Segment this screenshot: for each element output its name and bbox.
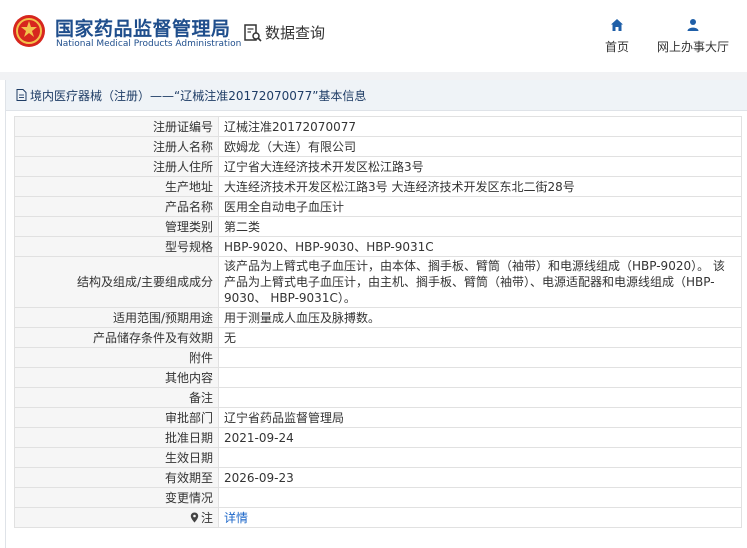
header-divider [0,72,747,80]
row-value [218,367,742,388]
table-row: 批准日期 2021-09-24 [14,427,742,448]
home-icon [611,19,623,31]
row-label: 产品名称 [14,196,219,217]
row-label: 适用范围/预期用途 [14,307,219,328]
data-query-label: 数据查询 [265,24,326,42]
row-value: 该产品为上臂式电子血压计，由本体、搁手板、臂筒（袖带）和电源线组成（HBP-90… [218,256,742,308]
row-label: 生产地址 [14,176,219,197]
row-label: 结构及组成/主要组成成分 [14,256,219,308]
row-value: 辽宁省大连经济技术开发区松江路3号 [218,156,742,177]
table-row: 生产地址 大连经济技术开发区松江路3号 大连经济技术开发区东北二街28号 [14,176,742,197]
row-value: 2026-09-23 [218,467,742,488]
site-header: 国家药品监督管理局 National Medical Products Admi… [0,0,747,72]
table-row: 注册人名称 欧姆龙（大连）有限公司 [14,136,742,157]
row-label: 注册证编号 [14,116,219,137]
table-row: 适用范围/预期用途 用于测量成人血压及脉搏数。 [14,307,742,328]
table-row: 其他内容 [14,367,742,388]
table-row: 产品名称 医用全自动电子血压计 [14,196,742,217]
document-icon [16,89,27,101]
table-row: 附件 [14,347,742,368]
row-value: 详情 [218,507,742,528]
table-row: 生效日期 [14,447,742,468]
nav-home[interactable]: 首页 [600,18,634,55]
table-row: 注册人住所 辽宁省大连经济技术开发区松江路3号 [14,156,742,177]
table-row: 有效期至 2026-09-23 [14,467,742,488]
row-label: 其他内容 [14,367,219,388]
row-value: 辽械注准20172070077 [218,116,742,137]
row-value: 大连经济技术开发区松江路3号 大连经济技术开发区东北二街28号 [218,176,742,197]
breadcrumb: 境内医疗器械（注册）——“辽械注准20172070077”基本信息 [6,80,747,111]
row-value [218,347,742,368]
registration-info-table: 注册证编号 辽械注准20172070077 注册人名称 欧姆龙（大连）有限公司 注册… [14,116,742,528]
details-link[interactable]: 详情 [224,511,248,525]
nav-home-label: 首页 [604,40,629,54]
table-row: 备注 [14,387,742,408]
row-label: 注册人名称 [14,136,219,157]
row-value: HBP-9020、HBP-9030、HBP-9031C [218,236,742,257]
row-value [218,447,742,468]
row-label-note: 注 [14,507,219,528]
breadcrumb-text: 境内医疗器械（注册）——“辽械注准20172070077”基本信息 [30,88,367,103]
table-row: 审批部门 辽宁省药品监督管理局 [14,407,742,428]
row-value [218,487,742,508]
row-label: 有效期至 [14,467,219,488]
table-row: 结构及组成/主要组成成分 该产品为上臂式电子血压计，由本体、搁手板、臂筒（袖带）和… [14,256,742,308]
row-label: 备注 [14,387,219,408]
detail-panel: 境内医疗器械（注册）——“辽械注准20172070077”基本信息 注册证编号辽… [5,80,747,548]
row-label: 生效日期 [14,447,219,468]
site-title-en: National Medical Products Administration [56,39,242,49]
nav-online-office-label: 网上办事大厅 [656,40,729,54]
row-value: 无 [218,327,742,348]
data-query-link[interactable]: 数据查询 [243,22,325,43]
row-label: 管理类别 [14,216,219,237]
row-value: 用于测量成人血压及脉搏数。 [218,307,742,328]
table-row: 注 详情 [14,507,742,528]
nav-online-office[interactable]: 网上办事大厅 [655,18,731,55]
row-label: 注 [200,510,213,525]
table-row: 型号规格 HBP-9020、HBP-9030、HBP-9031C [14,236,742,257]
site-title-cn: 国家药品监督管理局 [55,18,231,40]
table-row: 管理类别 第二类 [14,216,742,237]
row-label: 型号规格 [14,236,219,257]
table-row: 产品储存条件及有效期无 [14,327,742,348]
row-label: 变更情况 [14,487,219,508]
row-value [218,387,742,408]
row-label: 产品储存条件及有效期 [14,327,219,348]
table-row: 变更情况 [14,487,742,508]
row-value: 第二类 [218,216,742,237]
row-label: 审批部门 [14,407,219,428]
row-label: 注册人住所 [14,156,219,177]
table-row: 注册证编号 辽械注准20172070077 [14,116,742,137]
document-search-icon [244,23,262,42]
row-value: 辽宁省药品监督管理局 [218,407,742,428]
row-value: 医用全自动电子血压计 [218,196,742,217]
row-label: 附件 [14,347,219,368]
person-icon [687,19,699,31]
pin-icon [190,512,199,522]
row-value: 欧姆龙（大连）有限公司 [218,136,742,157]
row-label: 批准日期 [14,427,219,448]
row-value: 2021-09-24 [218,427,742,448]
national-emblem-logo [13,15,45,47]
